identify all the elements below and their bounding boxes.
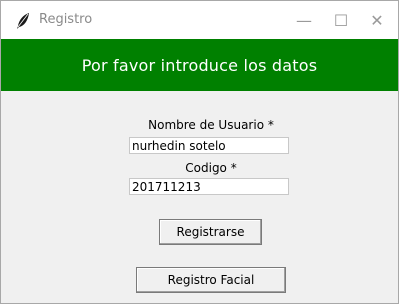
banner-text: Por favor introduce los datos xyxy=(81,55,318,75)
minimize-button[interactable]: — xyxy=(284,5,324,35)
window-title: Registro xyxy=(39,12,93,27)
title-bar[interactable]: Registro — ☐ ✕ xyxy=(1,1,398,39)
registro-window: Registro — ☐ ✕ Por favor introduce los d… xyxy=(0,0,399,304)
username-label: Nombre de Usuario * xyxy=(148,118,274,132)
code-label: Codigo * xyxy=(185,161,237,175)
maximize-button[interactable]: ☐ xyxy=(321,5,361,35)
feather-icon xyxy=(17,13,29,29)
header-banner: Por favor introduce los datos xyxy=(1,39,398,91)
facial-register-button[interactable]: Registro Facial xyxy=(136,267,286,293)
minimize-icon: — xyxy=(296,10,312,30)
username-input[interactable] xyxy=(129,137,289,154)
code-input[interactable] xyxy=(129,178,289,195)
register-button[interactable]: Registrarse xyxy=(159,219,262,245)
close-icon: ✕ xyxy=(370,10,384,30)
maximize-icon: ☐ xyxy=(333,10,349,30)
close-button[interactable]: ✕ xyxy=(357,5,397,35)
